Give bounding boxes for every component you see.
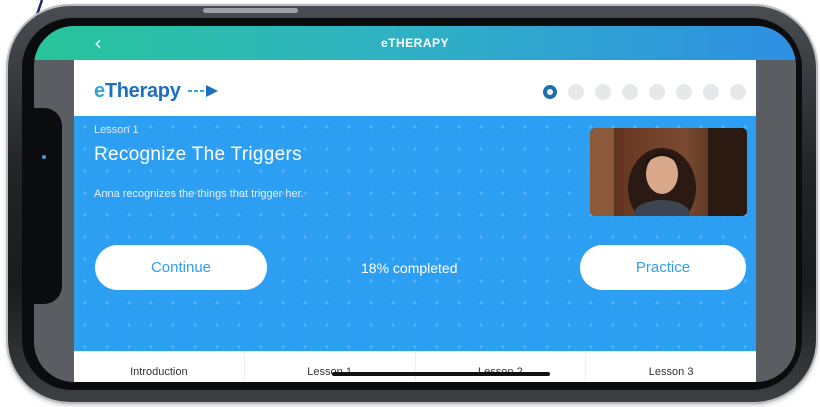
lesson-hero: Lesson 1 Recognize The Triggers Anna rec… bbox=[74, 116, 756, 351]
brand-name: eTherapy bbox=[94, 79, 181, 102]
lesson-video-thumbnail[interactable] bbox=[590, 128, 747, 216]
progress-dot[interactable] bbox=[649, 84, 665, 100]
progress-dot[interactable] bbox=[595, 84, 611, 100]
progress-dot[interactable] bbox=[568, 84, 584, 100]
tab-lesson-2[interactable]: Lesson 2 bbox=[416, 352, 587, 382]
tab-introduction[interactable]: Introduction bbox=[74, 352, 245, 382]
tab-lesson-3[interactable]: Lesson 3 bbox=[586, 352, 756, 382]
front-camera bbox=[42, 155, 46, 159]
progress-dot[interactable] bbox=[730, 84, 746, 100]
home-indicator[interactable] bbox=[332, 372, 550, 376]
phone-screen: ‹ eTHERAPY eTherapy Lesson 1 Recognize T… bbox=[34, 26, 796, 382]
completion-status: 18% completed bbox=[361, 260, 458, 276]
arrow-right-icon bbox=[187, 85, 218, 97]
tab-lesson-1[interactable]: Lesson 1 bbox=[245, 352, 416, 382]
lesson-screen: eTherapy Lesson 1 Recognize The Triggers… bbox=[74, 60, 756, 382]
lesson-description: Anna recognizes the things that trigger … bbox=[94, 188, 304, 200]
progress-dot[interactable] bbox=[703, 84, 719, 100]
app-title-bar: ‹ eTHERAPY bbox=[34, 26, 796, 60]
brand-logo: eTherapy bbox=[94, 78, 221, 104]
progress-dot[interactable] bbox=[543, 85, 557, 99]
progress-dot[interactable] bbox=[622, 84, 638, 100]
continue-button[interactable]: Continue bbox=[95, 245, 267, 290]
phone-side-button bbox=[203, 8, 298, 13]
progress-dot[interactable] bbox=[676, 84, 692, 100]
lesson-title: Recognize The Triggers bbox=[94, 144, 302, 165]
practice-button[interactable]: Practice bbox=[580, 245, 746, 290]
app-title: eTHERAPY bbox=[380, 36, 449, 50]
lesson-number: Lesson 1 bbox=[94, 124, 139, 136]
lesson-tabs: Introduction Lesson 1 Lesson 2 Lesson 3 bbox=[74, 351, 756, 382]
lesson-progress-dots bbox=[543, 84, 746, 100]
phone-notch bbox=[28, 108, 62, 304]
